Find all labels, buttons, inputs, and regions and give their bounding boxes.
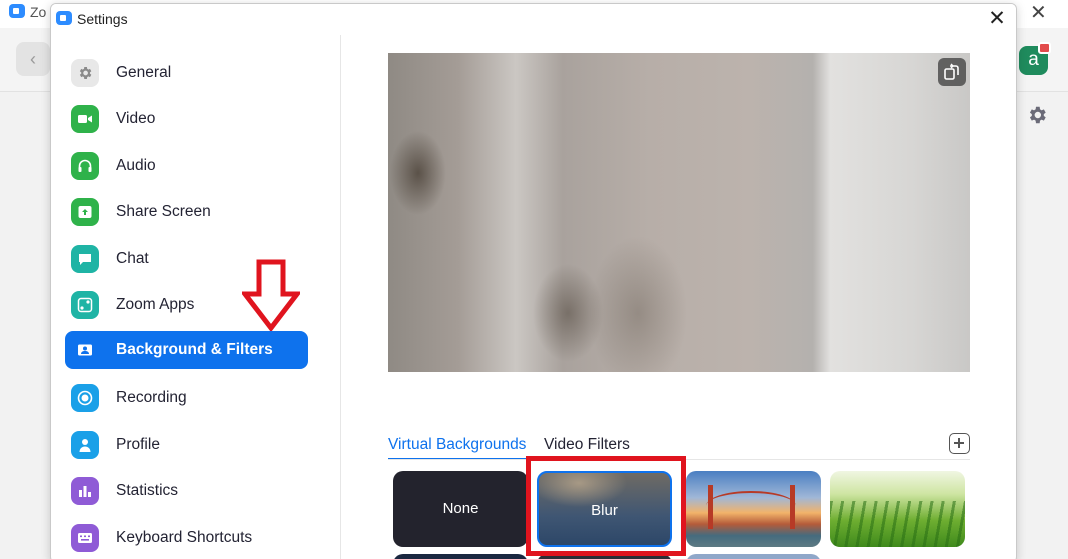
sidebar-item-label: Audio	[116, 157, 156, 174]
background-golden-gate[interactable]	[686, 471, 821, 547]
video-camera-icon	[71, 105, 99, 133]
sidebar-item-statistics[interactable]: Statistics	[65, 472, 308, 510]
keyboard-icon	[71, 524, 99, 552]
background-none-label: None	[442, 500, 479, 517]
sidebar-item-label: Zoom Apps	[116, 296, 195, 313]
close-icon[interactable]: ✕	[1030, 0, 1047, 25]
add-background-button[interactable]	[949, 433, 970, 454]
background-thumbnail-partial[interactable]	[686, 554, 821, 559]
bar-chart-icon	[71, 477, 99, 505]
dialog-titlebar: Settings ✕	[51, 4, 1016, 35]
red-down-arrow-annotation	[242, 259, 300, 331]
zoom-app-icon	[9, 4, 25, 18]
zoom-app-icon	[56, 11, 72, 25]
back-chevron-icon[interactable]: ‹	[16, 42, 50, 76]
camera-preview	[388, 53, 970, 372]
gear-icon	[71, 59, 99, 87]
background-window-title: Zo	[30, 4, 47, 20]
sidebar-item-label: Chat	[116, 250, 149, 267]
share-screen-icon	[71, 198, 99, 226]
sidebar-item-keyboard-shortcuts[interactable]: Keyboard Shortcuts	[65, 519, 308, 557]
sidebar-item-general[interactable]: General	[65, 54, 308, 92]
sidebar-item-recording[interactable]: Recording	[65, 379, 308, 417]
sidebar-item-label: Video	[116, 110, 156, 127]
background-icon	[71, 336, 99, 364]
sidebar-item-label: Profile	[116, 436, 160, 453]
sidebar-item-profile[interactable]: Profile	[65, 426, 308, 464]
sidebar-item-label: Keyboard Shortcuts	[116, 529, 253, 546]
tab-video-filters[interactable]: Video Filters	[544, 436, 630, 454]
background-none[interactable]: None	[393, 471, 528, 547]
sidebar-item-label: Background & Filters	[116, 341, 273, 358]
sidebar-item-video[interactable]: Video	[65, 100, 308, 138]
sidebar-item-background-filters[interactable]: Background & Filters	[65, 331, 308, 369]
record-icon	[71, 384, 99, 412]
dialog-title: Settings	[77, 11, 128, 27]
background-thumbnail-partial[interactable]	[393, 554, 528, 559]
sidebar-item-label: Recording	[116, 389, 187, 406]
background-grass[interactable]	[830, 471, 965, 547]
sidebar-item-label: General	[116, 64, 172, 81]
sidebar-item-label: Statistics	[116, 482, 179, 499]
person-icon	[71, 431, 99, 459]
rotate-camera-icon[interactable]	[938, 58, 966, 86]
settings-dialog: Settings ✕ General Video Audio Share Scr…	[50, 3, 1017, 559]
sidebar-item-audio[interactable]: Audio	[65, 147, 308, 185]
chat-bubble-icon	[71, 245, 99, 273]
tab-virtual-backgrounds[interactable]: Virtual Backgrounds	[388, 436, 526, 454]
avatar-badge	[1038, 42, 1051, 54]
sidebar-item-label: Share Screen	[116, 203, 211, 220]
zoom-apps-icon	[71, 291, 99, 319]
settings-gear-icon[interactable]	[1026, 104, 1048, 126]
bridge-cable	[706, 491, 796, 521]
red-highlight-box-annotation	[526, 456, 686, 556]
headphones-icon	[71, 152, 99, 180]
close-icon[interactable]: ✕	[985, 6, 1009, 32]
sidebar-item-share-screen[interactable]: Share Screen	[65, 193, 308, 231]
